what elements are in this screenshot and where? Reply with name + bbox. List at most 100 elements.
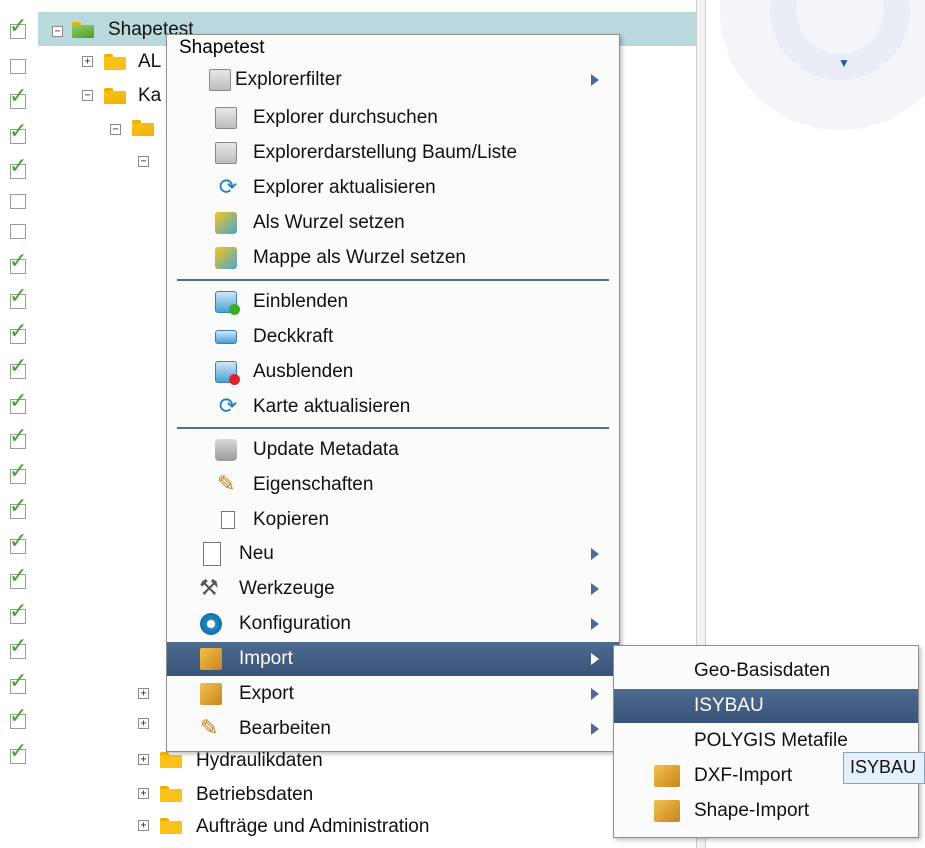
expand-toggle[interactable]: + — [138, 688, 149, 699]
menu-item-label: Bearbeiten — [239, 718, 331, 739]
tree-item-label[interactable]: Betriebsdaten — [196, 784, 313, 806]
configuration-icon — [200, 613, 222, 635]
menu-item-label: Deckkraft — [253, 326, 334, 347]
menu-item-ausblenden[interactable]: Ausblenden — [167, 355, 619, 389]
layer-checkbox[interactable]: ✓ — [9, 286, 27, 309]
tree-item-label[interactable]: AL — [138, 51, 161, 73]
layer-checkbox[interactable]: ✓ — [9, 251, 27, 274]
expand-toggle[interactable]: + — [138, 820, 149, 831]
menu-item-explorer-aktualisieren[interactable]: ⟳ Explorer aktualisieren — [167, 171, 619, 205]
menu-item-karte-aktualisieren[interactable]: ⟳ Karte aktualisieren — [167, 390, 619, 424]
tools-icon: ⚒ — [199, 576, 219, 601]
folder-icon — [104, 54, 126, 70]
layer-checkbox[interactable]: ✓ — [9, 356, 27, 379]
layer-checkbox[interactable] — [10, 59, 26, 74]
layer-checkbox[interactable]: ✓ — [9, 636, 27, 659]
database-icon — [215, 439, 237, 461]
collapse-toggle[interactable]: − — [52, 26, 63, 37]
submenu-item-label: Geo-Basisdaten — [694, 660, 831, 681]
submenu-item-shape-import[interactable]: Shape-Import — [614, 794, 918, 828]
layer-checkbox[interactable]: ✓ — [9, 741, 27, 764]
layer-checkbox[interactable]: ✓ — [9, 391, 27, 414]
submenu-arrow-icon — [591, 583, 599, 595]
set-root-icon — [215, 212, 237, 234]
tree-item-label[interactable]: Hydraulikdaten — [196, 750, 323, 772]
submenu-arrow-icon — [591, 548, 599, 560]
menu-item-label: Export — [239, 683, 294, 704]
layer-checkbox[interactable]: ✓ — [9, 671, 27, 694]
edit-icon: ✎ — [200, 716, 219, 741]
check-icon: ✓ — [9, 119, 28, 144]
context-menu-title: Shapetest — [179, 37, 265, 58]
menu-item-import[interactable]: Import — [167, 642, 619, 676]
layer-checkbox[interactable]: ✓ — [9, 461, 27, 484]
submenu-item-label: POLYGIS Metafile — [694, 730, 848, 751]
menu-item-update-metadata[interactable]: Update Metadata — [167, 433, 619, 467]
menu-item-bearbeiten[interactable]: ✎ Bearbeiten — [167, 712, 619, 746]
dropdown-arrow-icon[interactable]: ▼ — [838, 56, 850, 70]
menu-item-explorer-durchsuchen[interactable]: Explorer durchsuchen — [167, 101, 619, 135]
menu-item-label: Werkzeuge — [239, 578, 335, 599]
menu-item-label: Neu — [239, 543, 274, 564]
menu-item-label: Explorerfilter — [235, 69, 342, 90]
layer-checkbox[interactable]: ✓ — [9, 706, 27, 729]
layer-checkbox[interactable]: ✓ — [9, 321, 27, 344]
menu-item-label: Ausblenden — [253, 361, 354, 382]
menu-item-label: Karte aktualisieren — [253, 396, 411, 417]
layer-checkbox[interactable]: ✓ — [9, 496, 27, 519]
check-icon: ✓ — [9, 424, 28, 449]
tree-item-label[interactable]: Aufträge und Administration — [196, 816, 429, 838]
menu-item-konfiguration[interactable]: Konfiguration — [167, 607, 619, 641]
layer-checkbox[interactable]: ✓ — [9, 531, 27, 554]
menu-item-explorerfilter[interactable]: Explorerfilter — [167, 63, 619, 97]
folder-icon — [160, 786, 182, 802]
hide-layer-icon — [215, 361, 240, 385]
submenu-item-isybau[interactable]: ISYBAU — [614, 689, 918, 723]
folder-icon — [160, 752, 182, 768]
collapse-toggle[interactable]: − — [82, 90, 93, 101]
tree-item-label[interactable]: Ka — [138, 85, 161, 107]
submenu-arrow-icon — [591, 74, 599, 86]
check-icon: ✓ — [9, 389, 28, 414]
menu-item-mappe-als-wurzel[interactable]: Mappe als Wurzel setzen — [167, 241, 619, 275]
expand-toggle[interactable]: + — [138, 788, 149, 799]
menu-item-werkzeuge[interactable]: ⚒ Werkzeuge — [167, 572, 619, 606]
layer-checkbox[interactable] — [10, 194, 26, 209]
menu-item-deckkraft[interactable]: Deckkraft — [167, 320, 619, 354]
menu-item-eigenschaften[interactable]: ✎ Eigenschaften — [167, 468, 619, 502]
folder-open-icon — [104, 88, 126, 104]
menu-item-neu[interactable]: Neu — [167, 537, 619, 571]
layer-checkbox[interactable]: ✓ — [9, 86, 27, 109]
opacity-icon — [215, 330, 237, 344]
menu-item-explorerdarstellung[interactable]: Explorerdarstellung Baum/Liste — [167, 136, 619, 170]
expand-toggle[interactable]: + — [138, 754, 149, 765]
menu-separator — [177, 427, 609, 429]
folder-icon — [160, 818, 182, 834]
layer-checkbox[interactable]: ✓ — [9, 121, 27, 144]
collapse-toggle[interactable]: − — [138, 156, 149, 167]
menu-item-export[interactable]: Export — [167, 677, 619, 711]
submenu-item-label: ISYBAU — [694, 695, 764, 716]
import-submenu: Geo-Basisdaten ISYBAU POLYGIS Metafile D… — [613, 645, 919, 838]
import-icon — [200, 648, 222, 670]
menu-item-kopieren[interactable]: Kopieren — [167, 503, 619, 537]
submenu-arrow-icon — [591, 618, 599, 630]
check-icon: ✓ — [9, 284, 28, 309]
submenu-item-label: DXF-Import — [694, 765, 793, 786]
layer-checkbox[interactable]: ✓ — [9, 156, 27, 179]
layer-checkbox[interactable] — [10, 224, 26, 239]
submenu-arrow-icon — [591, 653, 599, 665]
layer-checkbox[interactable]: ✓ — [9, 16, 27, 39]
menu-item-label: Mappe als Wurzel setzen — [253, 247, 466, 268]
layer-checkbox[interactable]: ✓ — [9, 601, 27, 624]
collapse-toggle[interactable]: − — [110, 124, 121, 135]
search-filter-icon — [215, 107, 237, 129]
layer-checkbox[interactable]: ✓ — [9, 426, 27, 449]
expand-toggle[interactable]: + — [138, 718, 149, 729]
menu-item-einblenden[interactable]: Einblenden — [167, 285, 619, 319]
menu-item-als-wurzel-setzen[interactable]: Als Wurzel setzen — [167, 206, 619, 240]
expand-toggle[interactable]: + — [82, 56, 93, 67]
layer-checkbox[interactable]: ✓ — [9, 566, 27, 589]
submenu-item-geo-basisdaten[interactable]: Geo-Basisdaten — [614, 654, 918, 688]
menu-item-label: Als Wurzel setzen — [253, 212, 405, 233]
